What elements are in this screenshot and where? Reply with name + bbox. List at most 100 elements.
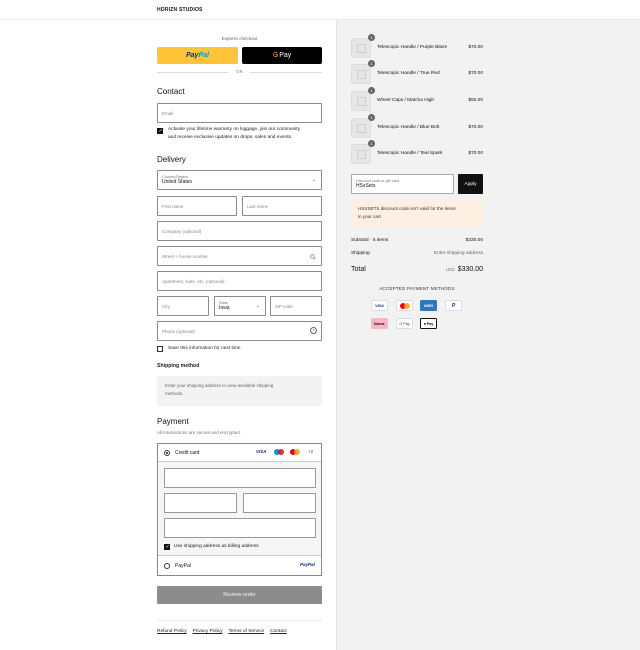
discount-value: HSxSets: [356, 183, 376, 189]
visa-icon: VISA: [371, 300, 388, 311]
google-pay-icon: G Pay: [396, 318, 413, 329]
state-value: Iowa: [219, 305, 230, 311]
city-field[interactable]: City: [157, 296, 209, 316]
billing-same-label: Use shipping address as billing address: [174, 544, 259, 549]
newsletter-consent-text: Activate your lifetime warranty on lugga…: [168, 126, 328, 142]
shipping-heading: Shipping method: [157, 363, 200, 369]
order-summary-panel: [336, 20, 640, 650]
billing-same-checkbox[interactable]: [164, 544, 170, 550]
state-select[interactable]: State Iowa ⌄: [214, 296, 266, 316]
gpay-label: Pay: [279, 52, 292, 59]
review-order-button[interactable]: Review order: [157, 586, 322, 604]
item-price: $70.00: [468, 45, 483, 50]
subtotal-row: Subtotal · 5 items $330.00: [351, 238, 483, 243]
first-name-placeholder: First name: [162, 203, 184, 209]
name-on-card-field[interactable]: [164, 518, 316, 538]
item-name: Telescopic Handle / Purple Blaze: [377, 45, 448, 50]
product-thumbnail: [351, 144, 371, 164]
credit-card-label: Credit card: [175, 449, 200, 456]
apartment-field[interactable]: Apartment, suite, etc. (optional): [157, 271, 322, 291]
total-label: Total: [351, 266, 366, 273]
company-placeholder: Company (optional): [162, 228, 202, 234]
subtotal-value: $330.00: [465, 238, 483, 243]
help-icon[interactable]: ?: [310, 327, 317, 334]
search-icon: [310, 254, 316, 260]
shipping-value: Enter shipping address: [433, 251, 483, 256]
newsletter-checkbox[interactable]: [157, 128, 163, 134]
mastercard-icon: [290, 449, 300, 455]
card-number-field[interactable]: [164, 468, 316, 488]
google-pay-button[interactable]: G Pay: [242, 47, 322, 64]
save-info-checkbox[interactable]: [157, 346, 163, 352]
terms-of-service-link[interactable]: Terms of Service: [228, 629, 264, 634]
paypal-icon: P: [445, 300, 462, 311]
brand-logo[interactable]: HORIZN STUDIOS: [157, 7, 203, 13]
shipping-info-line-1: Enter your shipping address to view avai…: [165, 383, 274, 388]
paypal-word-b: Pal: [198, 52, 209, 59]
paypal-option[interactable]: PayPal PayPal: [158, 557, 321, 574]
top-bar: HORIZN STUDIOS: [0, 0, 640, 20]
cart-item: 1 Wheel Caps / Matcha High $50.00: [351, 87, 483, 111]
expiry-field[interactable]: [164, 493, 237, 513]
shipping-row: Shipping Enter shipping address: [351, 251, 483, 256]
credit-card-radio[interactable]: [164, 449, 170, 456]
company-field[interactable]: Company (optional): [157, 221, 322, 241]
phone-placeholder: Phone (optional): [162, 328, 196, 334]
street-field[interactable]: Street + house number: [157, 246, 322, 266]
chevron-down-icon: ⌄: [311, 177, 316, 183]
item-price: $70.00: [468, 71, 483, 76]
consent-line-2: and receive exclusive updates on drops, …: [168, 135, 293, 140]
last-name-field[interactable]: Last name: [242, 196, 322, 216]
mastercard-icon: [396, 300, 413, 311]
item-price: $50.00: [468, 98, 483, 103]
item-name: Telescopic Handle / Teal Spark: [377, 151, 443, 156]
amex-icon: AMEX: [420, 300, 437, 311]
country-select[interactable]: Country/Region United States ⌄: [157, 170, 322, 190]
cart-item: 1 Telescopic Handle / True Red $70.00: [351, 60, 483, 84]
product-thumbnail: [351, 38, 371, 58]
email-field[interactable]: Email: [157, 103, 322, 123]
paypal-logo-icon: PayPal: [300, 562, 315, 567]
shipping-label: Shipping: [351, 251, 370, 256]
paypal-radio[interactable]: [164, 562, 170, 569]
item-name: Telescopic Handle / Blue Bolt: [377, 125, 440, 130]
product-thumbnail: [351, 118, 371, 138]
street-placeholder: Street + house number: [162, 253, 208, 259]
apple-pay-icon: ● Pay: [420, 318, 437, 329]
discount-warning: HSXSETS discount code isn't valid for th…: [351, 199, 483, 228]
zip-placeholder: ZIP code: [275, 303, 293, 309]
paypal-express-button[interactable]: Pay Pal: [157, 47, 238, 64]
or-divider: OR: [157, 69, 322, 75]
product-thumbnail: [351, 64, 371, 84]
quantity-badge: 1: [368, 87, 375, 94]
maestro-icon: [274, 449, 284, 455]
currency-code: USD: [445, 267, 455, 272]
item-price: $70.00: [468, 125, 483, 130]
refund-policy-link[interactable]: Refund Policy: [157, 629, 187, 634]
total-amount: USD $330.00: [446, 266, 483, 273]
country-value: United States: [162, 179, 193, 185]
privacy-policy-link[interactable]: Privacy Policy: [193, 629, 223, 634]
security-code-field[interactable]: [243, 493, 316, 513]
subtotal-label: Subtotal · 5 items: [351, 238, 389, 243]
footer-divider: [157, 620, 322, 621]
contact-heading: Contact: [157, 87, 185, 96]
consent-line-1: Activate your lifetime warranty on lugga…: [168, 127, 300, 132]
express-checkout-label: Express checkout: [221, 36, 258, 41]
credit-card-option[interactable]: Credit card VISA +2: [158, 444, 321, 461]
paypal-word-a: Pay: [186, 52, 199, 59]
google-g-icon: G: [272, 52, 279, 59]
cart-item: 1 Telescopic Handle / Purple Blaze $70.0…: [351, 34, 483, 58]
item-name: Telescopic Handle / True Red: [377, 71, 440, 76]
more-cards-count: +2: [308, 449, 314, 454]
quantity-badge: 1: [368, 34, 375, 41]
warning-line-2: in your cart: [358, 214, 381, 219]
phone-field[interactable]: Phone (optional) ?: [157, 321, 322, 341]
discount-code-input[interactable]: Discount code or gift card HSxSets: [351, 174, 454, 194]
first-name-field[interactable]: First name: [157, 196, 237, 216]
contact-link[interactable]: Contact: [270, 629, 287, 634]
quantity-badge: 1: [368, 114, 375, 121]
zip-field[interactable]: ZIP code: [270, 296, 322, 316]
apply-discount-button[interactable]: Apply: [458, 174, 483, 194]
quantity-badge: 1: [368, 60, 375, 67]
